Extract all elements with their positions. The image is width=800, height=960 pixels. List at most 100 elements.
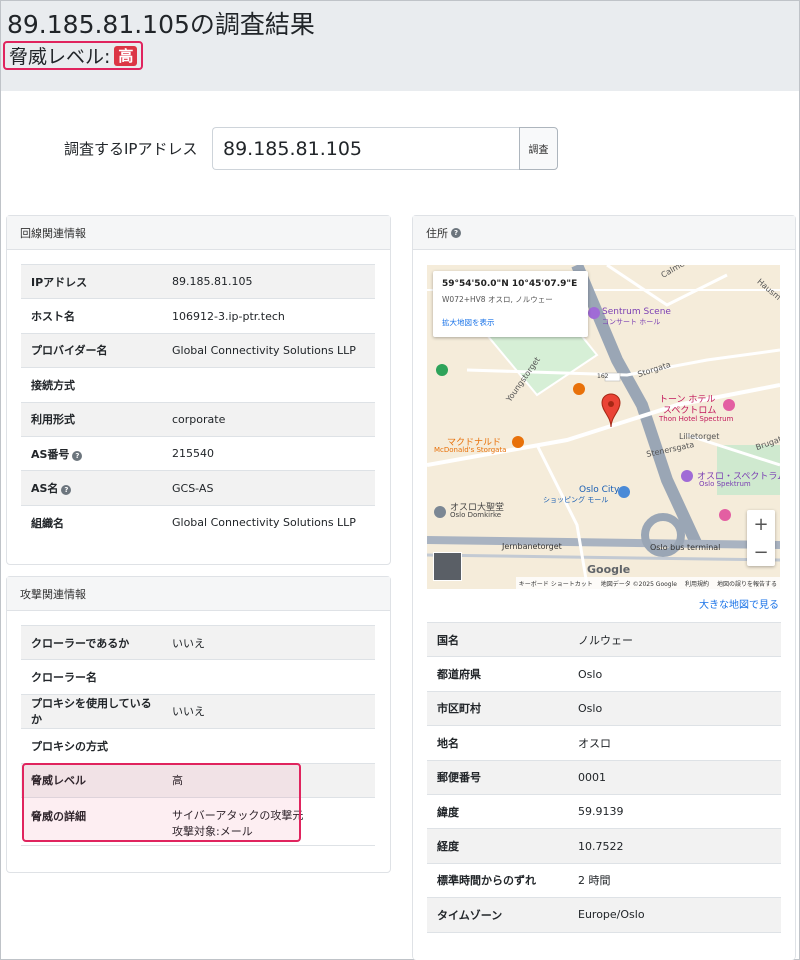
threat-level-header: 脅威レベル: 高 [3,41,144,70]
zoom-in-button[interactable]: + [747,510,775,538]
row-key: ホスト名 [21,298,162,334]
table-row: 標準時間からのずれ 2 時間 [427,862,781,898]
row-key: 国名 [427,621,568,657]
row-value: オスロ [568,725,781,761]
table-row: AS名? GCS-AS [21,470,375,506]
map-label: Oslo City [579,485,620,495]
map-label: Thon Hotel Spectrum [659,415,734,423]
map-coordinates: 59°54'50.0"N 10°45'07.9"E [442,279,578,289]
row-key: 組織名 [21,504,162,540]
row-key: クローラー名 [21,659,162,695]
row-key: クローラーであるか [21,624,162,660]
zoom-out-button[interactable]: − [747,538,775,566]
table-row: ホスト名 106912-3.ip-ptr.tech [21,298,375,334]
terms-link[interactable]: 利用規約 [685,579,709,588]
map-label: ショッピング モール [543,496,609,504]
address-title: 住所 [426,226,448,240]
row-value [162,367,375,403]
ip-search-input[interactable] [212,127,520,170]
row-value: Global Connectivity Solutions LLP [162,504,375,540]
line-info-table: IPアドレス 89.185.81.105 ホスト名 106912-3.ip-ptr.… [21,263,375,540]
row-value: Oslo [568,690,781,726]
row-value: ノルウェー [568,621,781,657]
page-title: 89.185.81.105の調査結果 [7,10,315,39]
map-label: Sentrum Scene [602,307,671,317]
row-key-text: AS名 [31,482,59,496]
map-attribution: キーボード ショートカット 地図データ ©2025 Google 利用規約 地図… [515,577,780,589]
row-key: 地名 [427,725,568,761]
row-key: 経度 [427,828,568,864]
help-icon[interactable]: ? [61,485,72,496]
row-value: 106912-3.ip-ptr.tech [162,298,375,334]
table-row: AS番号? 215540 [21,435,375,471]
keyboard-shortcuts-link[interactable]: キーボード ショートカット [519,579,593,588]
map-label: McDonald's Storgata [434,446,507,454]
table-row: 市区町村 Oslo [427,690,781,726]
row-key: 郵便番号 [427,759,568,795]
attack-info-header: 攻撃関連情報 [7,577,390,611]
threat-highlight-box [22,763,301,842]
row-value: 59.9139 [568,793,781,829]
satellite-toggle[interactable] [433,552,462,581]
row-value: いいえ [162,693,375,729]
row-key: タイムゾーン [427,897,568,933]
help-icon[interactable]: ? [451,227,461,238]
map-data-credit: 地図データ ©2025 Google [600,580,677,588]
map-info-card: 59°54'50.0"N 10°45'07.9"E W072+HV8 オスロ, … [433,271,588,337]
table-row: 利用形式 corporate [21,401,375,437]
row-key: 利用形式 [21,401,162,437]
enlarge-map-link[interactable]: 拡大地図を表示 [442,317,579,328]
table-row: 郵便番号 0001 [427,759,781,795]
map-label: Lilletorget [679,432,720,441]
map-label: Jernbanetorget [502,542,562,551]
table-row: 緯度 59.9139 [427,793,781,829]
table-row: プロキシの方式 [21,728,375,764]
row-key: AS番号? [21,435,162,471]
table-row: クローラー名 [21,659,375,695]
map-label: コンサート ホール [602,318,661,326]
row-key: IPアドレス [21,263,162,299]
zoom-controls: + − [747,510,775,566]
address-header: 住所? [413,216,795,250]
report-error-link[interactable]: 地図の誤りを報告する [717,579,777,588]
map-plus-code: W072+HV8 オスロ, ノルウェー [442,295,553,304]
help-icon[interactable]: ? [72,450,83,461]
row-value: 10.7522 [568,828,781,864]
map[interactable]: Sentrum Scene コンサート ホール トーン ホテル スペクトロム T… [427,265,780,589]
row-key: プロキシを使用しているか [21,693,162,729]
table-row: 経度 10.7522 [427,828,781,864]
map-label: Oslo bus terminal [650,543,721,552]
row-value [162,728,375,764]
row-value: 2 時間 [568,862,781,898]
page-header: 89.185.81.105の調査結果 脅威レベル: 高 [1,1,799,91]
address-table: 国名 ノルウェー 都道府県 Oslo 市区町村 Oslo 地名 オスロ 郵便番号 0001… [427,621,781,933]
row-value [162,659,375,695]
table-row: タイムゾーン Europe/Oslo [427,897,781,933]
row-key: 緯度 [427,793,568,829]
threat-level-label: 脅威レベル: [9,46,111,68]
row-key: プロバイダー名 [21,332,162,368]
threat-level-badge: 高 [114,45,138,66]
row-value: corporate [162,401,375,437]
line-info-header: 回線関連情報 [7,216,390,250]
line-info-title: 回線関連情報 [20,226,86,240]
attack-info-title: 攻撃関連情報 [20,587,86,601]
row-key-text: AS番号 [31,447,70,461]
row-value: 89.185.81.105 [162,263,375,299]
table-row: IPアドレス 89.185.81.105 [21,263,375,299]
row-key: 接続方式 [21,367,162,403]
search-label: 調査するIPアドレス [64,140,198,158]
row-key: プロキシの方式 [21,728,162,764]
row-value: Europe/Oslo [568,897,781,933]
row-value: Global Connectivity Solutions LLP [162,332,375,368]
map-label: Oslo Spektrum [699,480,751,488]
map-label: Oslo Domkirke [450,511,502,519]
map-road-number: 162 [597,373,609,380]
search-button[interactable]: 調査 [519,127,558,170]
row-value: Oslo [568,656,781,692]
row-key: 市区町村 [427,690,568,726]
bigger-map-link[interactable]: 大きな地図で見る [699,596,779,611]
row-value: GCS-AS [162,470,375,506]
row-key: 都道府県 [427,656,568,692]
row-key: AS名? [21,470,162,506]
